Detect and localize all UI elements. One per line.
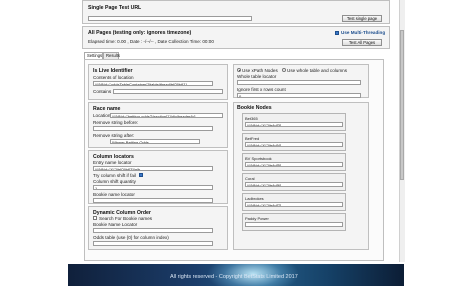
bookie-name-locator-dynamic-input[interactable] [93,228,213,233]
dynamic-column-order-group: Dynamic Column Order Search For Bookie n… [88,206,228,250]
bookie-node-input[interactable] [245,222,343,227]
right-margin [404,0,474,286]
remove-before-input[interactable] [93,126,213,131]
bookie-node-name: Coral [245,176,255,181]
contents-of-location-label: Contents of location [93,75,134,80]
bookie-node: Paddy Power [242,213,346,231]
column-locators-group: Column locators Entry name locator //*[@… [88,150,228,204]
use-xpath-nodes-label: Use xPath Nodes [242,68,278,73]
multi-threading-checkbox[interactable] [335,31,339,35]
elapsed-time-text: Elapsed time: 0.00 , Date : -/--/-- , Da… [88,39,214,44]
bookie-node-name: Bet365 [245,116,258,121]
bookie-nodes-title: Bookie Nodes [237,105,272,111]
bookie-node-name: Paddy Power [245,216,269,221]
bookie-node-name: Ladbrokes [245,196,264,201]
scrollbar-thumb[interactable] [400,30,404,180]
bookie-node: Ladbrokes //*[@id="t1"]/tr/td[7] [242,193,346,211]
single-page-title: Single Page Test URL [88,5,142,11]
tab-settings[interactable]: Settings [84,52,103,59]
bookie-node: Coral //*[@id="t1"]/tr/td[6] [242,173,346,191]
page-scrollbar[interactable] [399,0,405,262]
bookie-node-name: BetFred [245,136,260,141]
remove-after-label: Remove string after: [93,133,135,138]
single-page-url-input[interactable] [88,16,252,21]
try-column-shift-label: Try column shift if fail [93,173,136,178]
bookie-node-input[interactable]: //*[@id="t1"]/tr/td[3] [245,122,343,127]
live-identifier-group: Is Live Identifier Contents of location … [88,64,228,100]
contains-label: Contains [93,89,112,94]
bookie-name-locator-label: Bookie name locator [93,192,135,197]
bookie-node-input[interactable]: //*[@id="t1"]/tr/td[7] [245,202,343,207]
all-pages-title: All Pages (testing only: ignores timezon… [88,30,192,36]
tab-results[interactable]: Results [103,52,120,59]
odds-table-input[interactable] [93,241,213,246]
entry-name-locator-label: Entry name locator [93,160,132,165]
remove-after-input[interactable]: Winner Betting Odds [110,139,200,144]
location-label: Location [93,113,111,118]
search-bookie-names-label: Search For Bookie names [99,216,153,221]
bookie-node: BetFred //*[@id="t1"]/tr/td[4] [242,133,346,151]
race-name-group: Race name Location //*[@id="betting-odds… [88,102,228,148]
contains-input[interactable] [113,89,223,94]
ignore-rows-input[interactable]: 0 [237,93,361,98]
bookie-nodes-group: Bookie Nodes Bet365 //*[@id="t1"]/tr/td[… [233,102,369,250]
column-shift-quantity-label: Column shift quantity [93,179,136,184]
live-identifier-title: Is Live Identifier [93,68,133,74]
multi-threading-label: Use Multi-Threading [341,30,386,35]
settings-tab-panel: Is Live Identifier Contents of location … [84,59,384,261]
location-input[interactable]: //*[@id="betting-odds"]/section[1]/div/h… [110,113,223,118]
use-whole-table-label: Use whole table and columns [287,68,348,73]
remove-before-label: Remove string before: [93,120,139,125]
bookie-node: Bet365 //*[@id="t1"]/tr/td[3] [242,113,346,131]
single-page-section: Single Page Test URL Test single page [82,0,390,24]
column-shift-quantity-input[interactable]: 1 [93,185,213,190]
settings-panel: Single Page Test URL Test single page Al… [82,0,390,262]
bookie-node-input[interactable]: //*[@id="t1"]/tr/td[6] [245,182,343,187]
xpath-mode-group: Use xPath Nodes Use whole table and colu… [233,64,369,98]
footer-copyright: All rights reserved - Copyright BetStats… [170,274,298,280]
bookie-name-locator-dynamic-label: Bookie Name Locator [93,222,138,227]
search-bookie-names-checkbox[interactable] [93,216,97,220]
test-all-pages-button[interactable]: Test All Pages [342,39,382,46]
try-column-shift-checkbox[interactable] [139,173,143,177]
bookie-name-locator-input[interactable] [93,198,213,203]
whole-table-locator-label: Whole table locator [237,74,277,79]
bookie-node-input[interactable]: //*[@id="t1"]/tr/td[5] [245,162,343,167]
use-xpath-nodes-radio[interactable] [237,68,241,72]
left-margin [0,0,66,286]
race-name-title: Race name [93,106,121,112]
ignore-rows-label: Ignore first x rows count [237,87,286,92]
odds-table-label: Odds table (use {0} for column index) [93,235,169,240]
app-window: Single Page Test URL Test single page Al… [0,0,474,286]
use-whole-table-radio[interactable] [282,68,286,72]
contents-of-location-input[interactable]: //*[@id="oddsTableContainer"]/table/thea… [93,81,213,86]
bookie-node: BV Sportsbook //*[@id="t1"]/tr/td[5] [242,153,346,171]
bookie-node-name: BV Sportsbook [245,156,272,161]
bookie-node-input[interactable]: //*[@id="t1"]/tr/td[4] [245,142,343,147]
entry-name-locator-input[interactable]: //*[@id="t1"]/tr[0]/td[3]/a/b [93,166,213,171]
test-single-page-button[interactable]: Test single page [342,15,382,22]
footer-banner: All rights reserved - Copyright BetStats… [68,264,404,286]
whole-table-locator-input[interactable] [237,80,361,85]
all-pages-section: All Pages (testing only: ignores timezon… [82,26,390,49]
